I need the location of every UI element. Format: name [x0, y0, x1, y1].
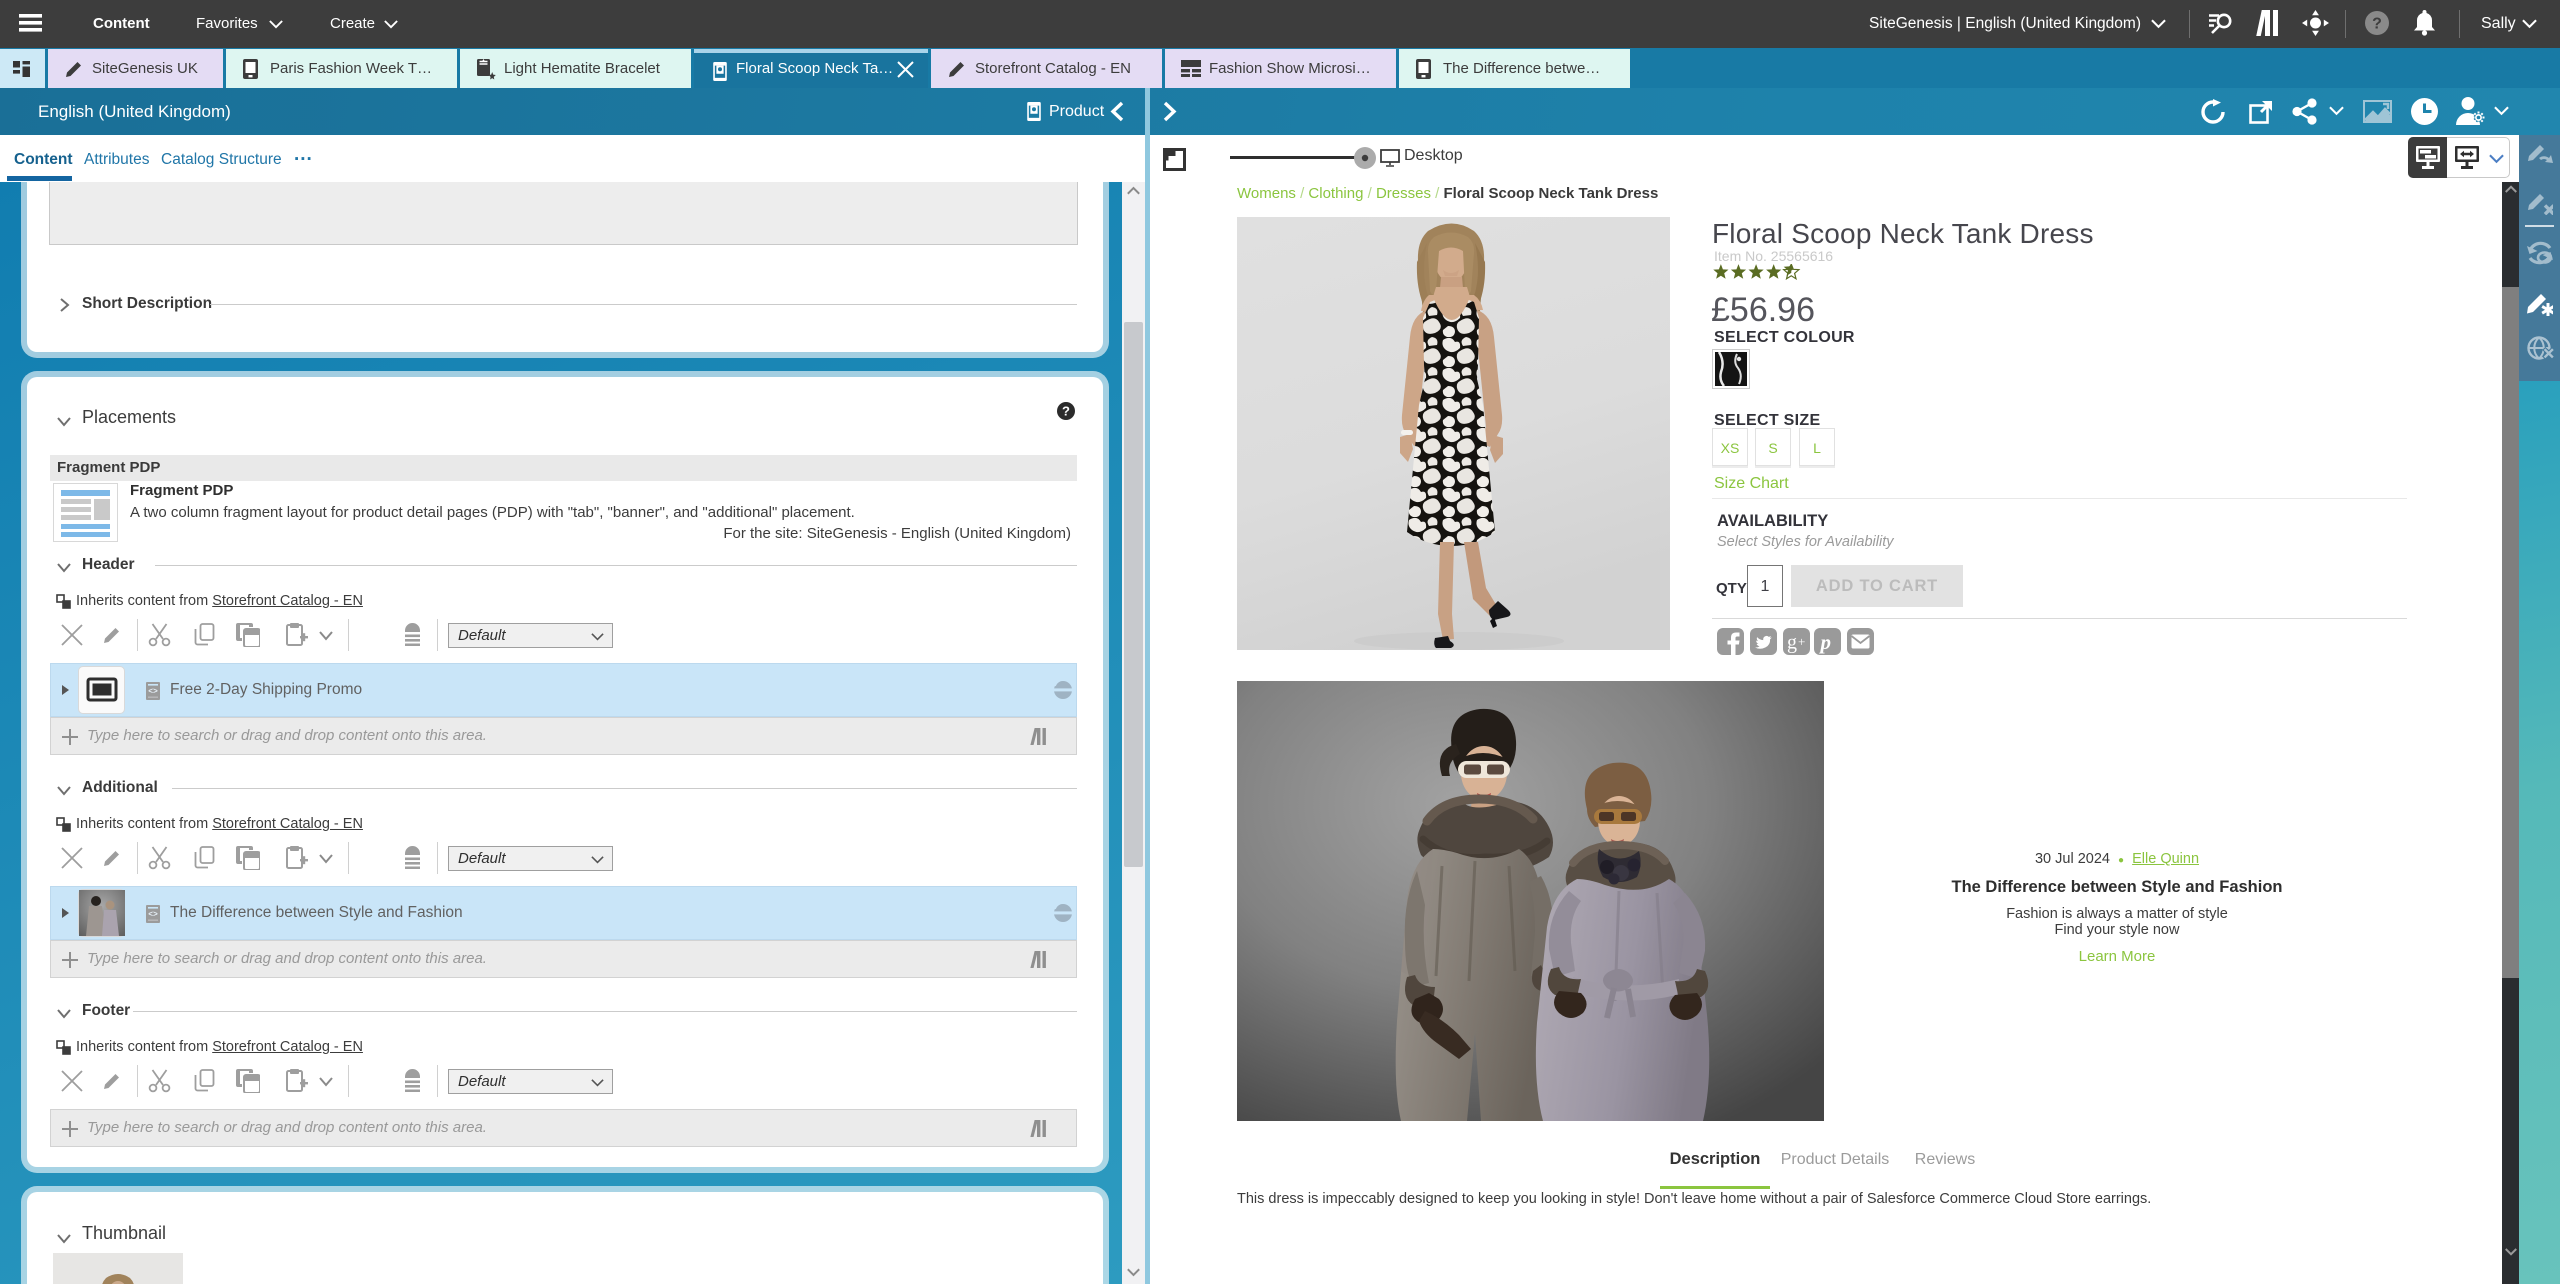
svg-text:?: ?: [2372, 16, 2382, 33]
svg-text:g: g: [1787, 632, 1797, 654]
svg-text:+: +: [1798, 634, 1805, 649]
svg-text:?: ?: [1062, 404, 1070, 419]
svg-text:<>: <>: [148, 688, 158, 697]
svg-text:p: p: [1819, 630, 1832, 654]
svg-text:<>: <>: [148, 911, 158, 920]
